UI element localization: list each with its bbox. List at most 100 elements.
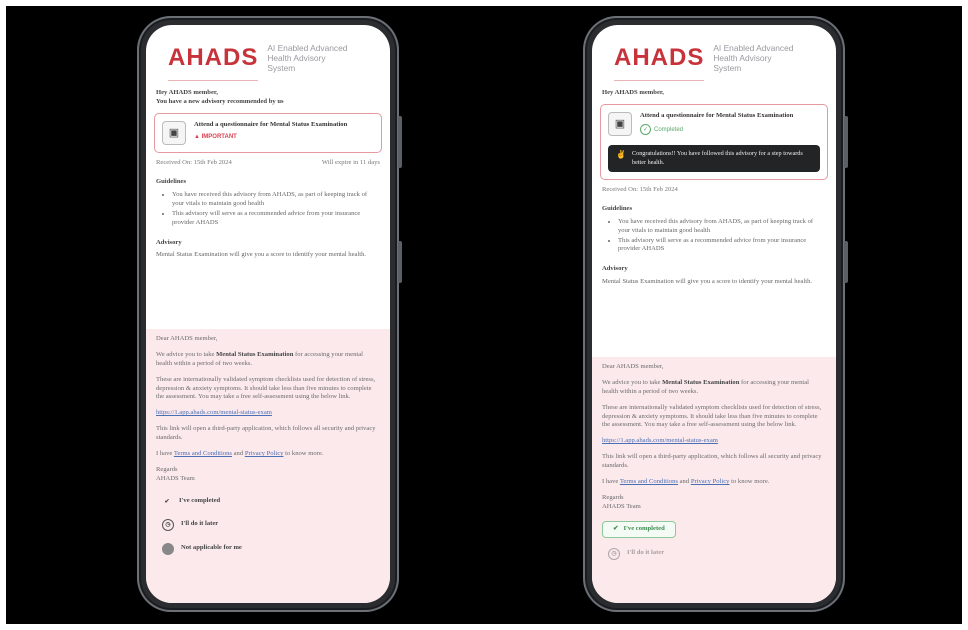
check-circle-icon: ✓ [640,124,651,136]
advisory-heading: Advisory [156,238,182,246]
assessment-link[interactable]: https://1.app.ahads.com/mental-status-ex… [156,409,272,416]
completed-option[interactable]: ✔ I've completed [156,491,380,513]
divider [168,80,258,82]
guidelines-list: You have received this advisory from AHA… [146,191,390,228]
status-badge: ▲ IMPORTANT [194,133,347,141]
advisory-card-title: Attend a questionnaire for Mental Status… [194,121,348,129]
privacy-link[interactable]: Privacy Policy [245,450,284,457]
phone-side-button [844,116,848,168]
option-label: I'll do it later [627,549,665,557]
option-label: I'll do it later [181,520,219,528]
guidelines-heading: Guidelines [156,178,187,186]
text: and [231,450,245,458]
team-name: AHADS Team [602,502,641,510]
letter-paragraph: I have Terms and Conditions and Privacy … [156,450,380,459]
regards-text: Regards [602,493,624,501]
brand-tagline: AI Enabled Advanced Health Advisory Syst… [713,43,794,74]
text: to know more. [283,450,324,458]
ahads-logo: AHADS [168,44,259,71]
greeting-line: You have a new advisory recommended by u… [156,98,284,106]
advisory-letter: Dear AHADS member, We advice you to take… [592,357,836,603]
letter-paragraph: We advice you to take Mental Status Exam… [156,351,380,369]
advisory-letter: Dear AHADS member, We advice you to take… [146,329,390,603]
list-item: This advisory will serve as a recommende… [618,237,824,255]
advisory-card[interactable]: ▣ Attend a questionnaire for Mental Stat… [600,104,828,180]
list-item: You have received this advisory from AHA… [172,191,378,209]
received-date: Received On: 15th Feb 2024 [602,186,678,193]
divider [614,80,704,82]
questionnaire-icon: ▣ [608,112,632,137]
phone-screen-left: AHADS AI Enabled Advanced Health Advisor… [146,25,390,603]
brand-header: AHADS AI Enabled Advanced Health Advisor… [592,25,836,80]
brand-header: AHADS AI Enabled Advanced Health Advisor… [146,25,390,80]
exam-name: Mental Status Examination [662,378,740,386]
phone-side-button [398,241,402,283]
letter-paragraph: We advice you to take Mental Status Exam… [602,379,826,397]
letter-signoff: Regards AHADS Team [602,494,826,512]
letter-salutation: Dear AHADS member, [602,363,664,370]
terms-link[interactable]: Terms and Conditions [174,450,232,457]
advisory-card-title: Attend a questionnaire for Mental Status… [640,112,794,120]
advisory-card[interactable]: ▣ Attend a questionnaire for Mental Stat… [154,113,382,154]
congrats-toast: ✌ Congratulations!! You have followed th… [608,145,820,172]
text: and [677,478,691,486]
letter-paragraph: This link will open a third-party applic… [156,425,376,442]
brand-tagline: AI Enabled Advanced Health Advisory Syst… [267,43,348,74]
text: I have [602,478,620,486]
phone-side-button [844,241,848,283]
greeting: Hey AHADS member, [602,89,664,97]
clock-icon: ◷ [162,518,174,531]
team-name: AHADS Team [156,474,195,482]
text: We advice you to take [602,378,663,386]
guidelines-list: You have received this advisory from AHA… [592,218,836,255]
guidelines-heading: Guidelines [602,204,633,212]
received-date: Received On: 15th Feb 2024 [156,159,232,167]
privacy-link[interactable]: Privacy Policy [691,478,730,485]
status-label: IMPORTANT [201,134,237,141]
showcase-background: AHADS AI Enabled Advanced Health Advisor… [6,6,962,624]
advisory-heading: Advisory [602,265,628,273]
later-option[interactable]: ◷ I'll do it later [156,513,380,537]
phone-screen-right: AHADS AI Enabled Advanced Health Advisor… [592,25,836,603]
letter-paragraph: I have Terms and Conditions and Privacy … [602,478,826,487]
option-label: Not applicable for me [181,544,242,552]
ahads-logo: AHADS [614,44,705,71]
not-applicable-option[interactable]: Not applicable for me [156,537,380,561]
phone-side-button [398,116,402,168]
list-item: This advisory will serve as a recommende… [172,210,378,228]
congrats-text: Congratulations!! You have followed this… [631,150,803,166]
advisory-meta: Received On: 15th Feb 2024 [592,180,836,195]
letter-salutation: Dear AHADS member, [156,335,218,342]
greeting-line: Hey AHADS member, [156,89,218,97]
text: to know more. [729,478,770,486]
thumbs-up-icon: ✔ [613,524,619,532]
block-icon [162,542,174,555]
later-option[interactable]: ◷ I'll do it later [602,542,826,566]
letter-paragraph: These are internationally validated symp… [602,403,822,429]
regards-text: Regards [156,465,178,473]
clock-icon: ◷ [608,547,620,560]
letter-paragraph: These are internationally validated symp… [156,375,376,401]
letter-paragraph: This link will open a third-party applic… [602,453,822,470]
status-badge: ✓ Completed [640,124,793,136]
thumbs-up-icon: ✔ [164,498,170,505]
terms-link[interactable]: Terms and Conditions [620,478,678,485]
option-label: I've completed [179,497,221,505]
list-item: You have received this advisory from AHA… [618,218,824,236]
thumbs-up-icon: ✌ [616,150,626,160]
phone-mockup-right: AHADS AI Enabled Advanced Health Advisor… [583,16,848,612]
questionnaire-icon: ▣ [162,121,186,146]
exam-name: Mental Status Examination [216,350,294,358]
text: I have [156,450,174,458]
option-label: I've completed [623,524,665,532]
completed-option-selected[interactable]: ✔ I've completed [602,520,676,538]
status-label: Completed [654,126,684,133]
text: We advice you to take [156,350,217,358]
advisory-meta: Received On: 15th Feb 2024 Will expire i… [146,153,390,168]
letter-signoff: Regards AHADS Team [156,466,380,484]
assessment-link[interactable]: https://1.app.ahads.com/mental-status-ex… [602,437,718,444]
warning-icon: ▲ [194,134,202,141]
advisory-text: Mental Status Examination will give you … [602,278,813,286]
greeting: Hey AHADS member, You have a new advisor… [146,89,390,107]
expiry-text: Will expire in 11 days [321,159,380,167]
